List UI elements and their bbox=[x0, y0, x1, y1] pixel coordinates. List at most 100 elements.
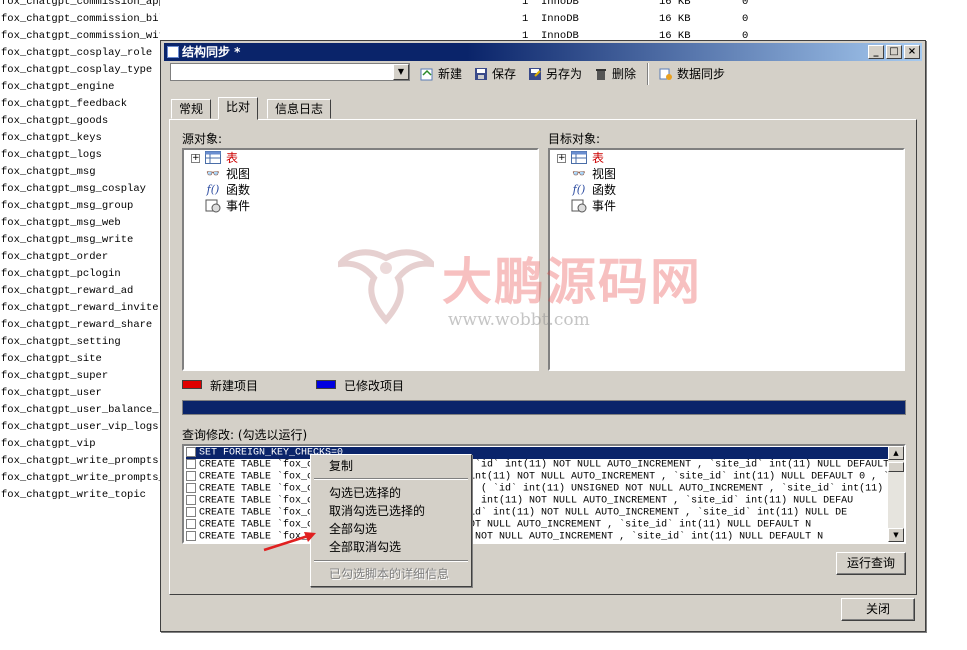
background-table-row[interactable]: fox_chatgpt_engine bbox=[0, 79, 160, 96]
expand-icon[interactable]: + bbox=[191, 154, 200, 163]
new-button[interactable]: 新建 bbox=[420, 65, 462, 83]
background-table-row[interactable]: fox_chatgpt_cosplay_role bbox=[0, 45, 160, 62]
background-table-row[interactable]: fox_chatgpt_reward_invite bbox=[0, 300, 160, 317]
query-row[interactable]: CREATE TABLE `fox_chatgpt_cosplay_type` … bbox=[186, 507, 888, 519]
tree-label-functions: 函数 bbox=[226, 183, 251, 197]
data-sync-button[interactable]: 数据同步 bbox=[659, 65, 725, 83]
query-row[interactable]: CREATE TABLE `fox_chatgpt_cosplay_role` … bbox=[186, 495, 888, 507]
menu-item-copy[interactable]: 复制 bbox=[313, 458, 469, 475]
profile-combo[interactable]: ▼ bbox=[170, 63, 410, 81]
tree-label-events: 事件 bbox=[592, 199, 617, 213]
legend-modified-swatch bbox=[316, 380, 336, 389]
target-tree[interactable]: + 表 👓 视图 f() 函数 事件 bbox=[548, 148, 905, 371]
close-window-button[interactable]: × bbox=[904, 45, 920, 59]
background-table-row[interactable]: fox_chatgpt_msg_group bbox=[0, 198, 160, 215]
background-table-row[interactable]: fox_chatgpt_site bbox=[0, 351, 160, 368]
tab-info-log[interactable]: 信息日志 bbox=[267, 99, 332, 119]
query-row[interactable]: CREATE TABLE `fox_chatgpt_commission_bil… bbox=[186, 471, 888, 483]
row-count-1: 1 bbox=[522, 0, 529, 8]
background-table-row[interactable]: fox_chatgpt_commission_withdraw bbox=[0, 28, 160, 45]
background-table-row[interactable]: fox_chatgpt_goods bbox=[0, 113, 160, 130]
row-checkbox[interactable] bbox=[186, 507, 196, 517]
save-as-button[interactable]: 另存为 bbox=[528, 65, 582, 83]
function-icon: f() bbox=[572, 183, 586, 196]
app-icon bbox=[167, 46, 179, 58]
background-table-row[interactable]: fox_chatgpt_msg_cosplay bbox=[0, 181, 160, 198]
menu-separator bbox=[314, 478, 468, 480]
function-icon: f() bbox=[206, 183, 220, 196]
background-table-row[interactable]: fox_chatgpt_logs bbox=[0, 147, 160, 164]
progress-bar bbox=[182, 400, 906, 415]
scroll-up-icon[interactable]: ▲ bbox=[888, 446, 904, 460]
background-table-row[interactable]: fox_chatgpt_pclogin bbox=[0, 266, 160, 283]
background-table-row[interactable]: fox_chatgpt_user bbox=[0, 385, 160, 402]
menu-item-uncheck-selected[interactable]: 取消勾选已选择的 bbox=[313, 503, 469, 520]
menu-item-uncheck-all[interactable]: 全部取消勾选 bbox=[313, 539, 469, 556]
save-icon bbox=[475, 68, 487, 80]
row-checkbox[interactable] bbox=[186, 447, 196, 457]
tab-general[interactable]: 常规 bbox=[171, 99, 212, 119]
new-file-icon bbox=[420, 68, 433, 81]
row-checkbox[interactable] bbox=[186, 495, 196, 505]
background-table-row[interactable]: fox_chatgpt_user_balance_lo bbox=[0, 402, 160, 419]
row-checkbox[interactable] bbox=[186, 471, 196, 481]
minimize-button[interactable]: _ bbox=[868, 45, 884, 59]
tab-compare[interactable]: 比对 bbox=[218, 97, 259, 120]
background-table-row[interactable]: fox_chatgpt_write_prompts_v bbox=[0, 470, 160, 487]
table-icon bbox=[205, 151, 221, 165]
tree-label-events: 事件 bbox=[226, 199, 251, 213]
n-2: 0 bbox=[742, 13, 749, 25]
row-checkbox[interactable] bbox=[186, 531, 196, 541]
glasses-icon: 👓 bbox=[572, 167, 586, 180]
data-sync-icon bbox=[659, 68, 672, 80]
query-label: 查询修改: (勾选以运行) bbox=[182, 428, 308, 442]
background-table-row[interactable]: fox_chatgpt_write_prompts bbox=[0, 453, 160, 470]
query-row[interactable]: CREATE TABLE `fox_chatgpt_commission_app… bbox=[186, 459, 888, 471]
row-checkbox[interactable] bbox=[186, 519, 196, 529]
background-table-row[interactable]: fox_chatgpt_user_vip_logs bbox=[0, 419, 160, 436]
maximize-button[interactable]: □ bbox=[886, 45, 902, 59]
size-2: 16 KB bbox=[659, 13, 691, 25]
background-table-row[interactable]: fox_chatgpt_write_topic bbox=[0, 487, 160, 504]
query-row[interactable]: SET FOREIGN_KEY_CHECKS=0 bbox=[186, 447, 888, 459]
row-checkbox[interactable] bbox=[186, 459, 196, 469]
background-table-row[interactable]: fox_chatgpt_vip bbox=[0, 436, 160, 453]
query-list-scrollbar[interactable]: ▲ ▼ bbox=[888, 446, 904, 542]
background-table-row[interactable]: fox_chatgpt_super bbox=[0, 368, 160, 385]
background-table-row[interactable]: fox_chatgpt_keys bbox=[0, 130, 160, 147]
calendar-clock-icon bbox=[205, 199, 221, 213]
background-table-row[interactable]: fox_chatgpt_msg_web bbox=[0, 215, 160, 232]
dialog-titlebar[interactable]: 结构同步 * _ □ × bbox=[164, 43, 922, 61]
source-tree[interactable]: + 表 👓 视图 f() 函数 事件 bbox=[182, 148, 539, 371]
background-table-row[interactable]: fox_chatgpt_commission_bill bbox=[0, 11, 160, 28]
chevron-down-icon[interactable]: ▼ bbox=[393, 64, 409, 80]
background-table-row[interactable]: fox_chatgpt_feedback bbox=[0, 96, 160, 113]
calendar-clock-icon bbox=[571, 199, 587, 213]
save-button[interactable]: 保存 bbox=[474, 65, 516, 83]
menu-item-check-all[interactable]: 全部勾选 bbox=[313, 521, 469, 538]
scroll-down-icon[interactable]: ▼ bbox=[888, 528, 904, 542]
background-table-row[interactable]: fox_chatgpt_commission_apply bbox=[0, 0, 160, 11]
annotation-arrow-icon bbox=[263, 532, 316, 552]
background-table-row[interactable]: fox_chatgpt_cosplay_type bbox=[0, 62, 160, 79]
table-icon bbox=[571, 151, 587, 165]
row-checkbox[interactable] bbox=[186, 483, 196, 493]
background-table-row[interactable]: fox_chatgpt_reward_ad bbox=[0, 283, 160, 300]
save-as-icon bbox=[529, 68, 541, 80]
scroll-thumb[interactable] bbox=[888, 462, 904, 472]
dialog-title: 结构同步 * bbox=[182, 45, 241, 59]
background-table-row[interactable]: fox_chatgpt_msg bbox=[0, 164, 160, 181]
size-1: 16 KB bbox=[659, 0, 691, 8]
expand-icon[interactable]: + bbox=[557, 154, 566, 163]
delete-button[interactable]: 删除 bbox=[594, 65, 636, 83]
background-table-row[interactable]: fox_chatgpt_order bbox=[0, 249, 160, 266]
run-query-button[interactable]: 运行查询 bbox=[836, 552, 906, 575]
query-row[interactable]: CREATE TABLE `fox_chatgpt_commission_wit… bbox=[186, 483, 888, 495]
engine-1: InnoDB bbox=[541, 0, 579, 8]
close-button[interactable]: 关闭 bbox=[841, 598, 915, 621]
menu-item-check-selected[interactable]: 勾选已选择的 bbox=[313, 485, 469, 502]
glasses-icon: 👓 bbox=[206, 167, 220, 180]
background-table-row[interactable]: fox_chatgpt_reward_share bbox=[0, 317, 160, 334]
background-table-row[interactable]: fox_chatgpt_msg_write bbox=[0, 232, 160, 249]
background-table-row[interactable]: fox_chatgpt_setting bbox=[0, 334, 160, 351]
